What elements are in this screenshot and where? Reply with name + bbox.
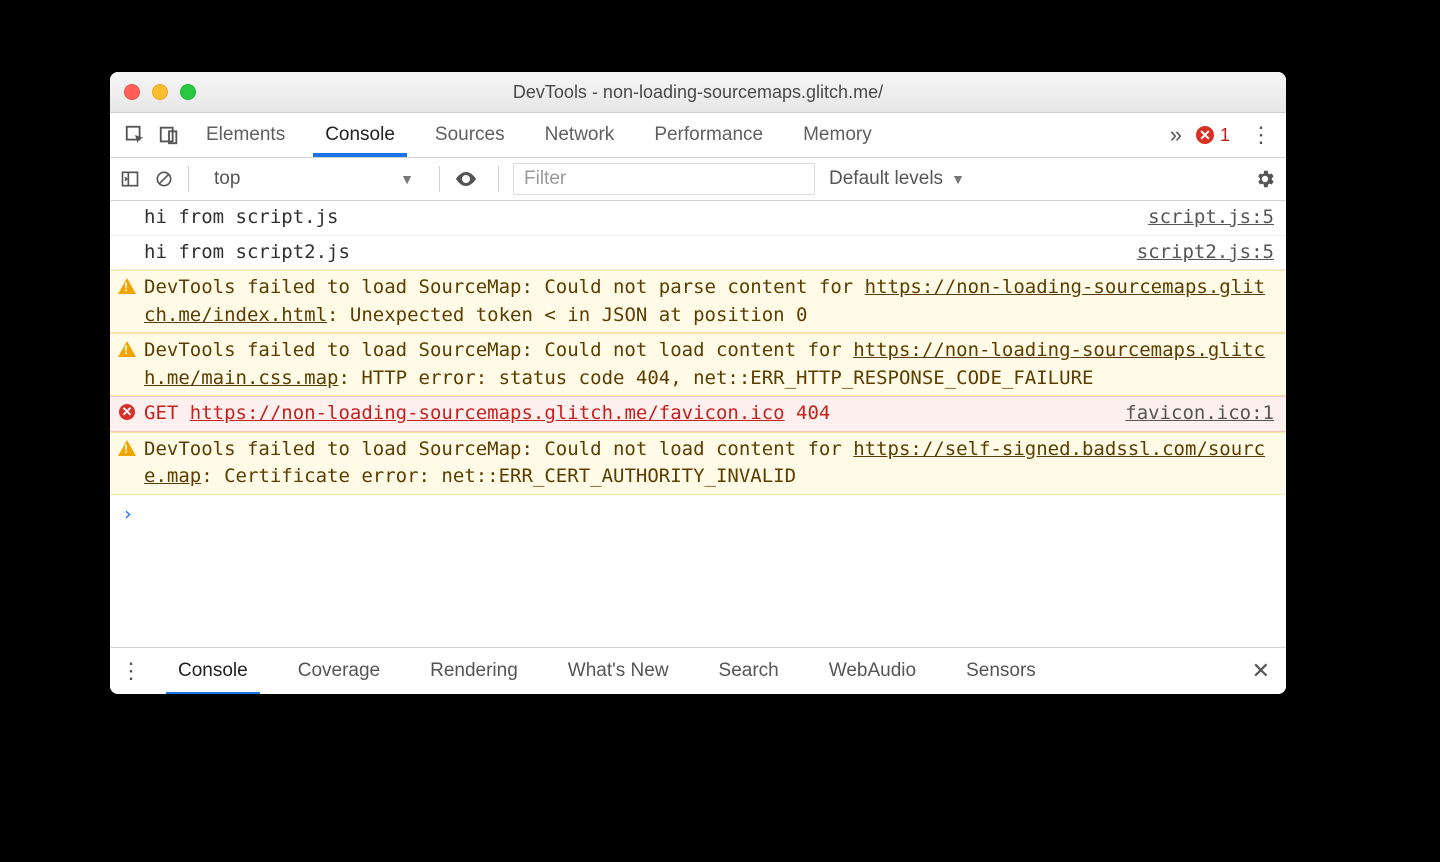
drawer-tab-rendering[interactable]: Rendering [428, 650, 520, 692]
drawer-tab-console[interactable]: Console [176, 650, 250, 692]
console-toolbar: top ▼ Default levels ▼ [110, 158, 1286, 201]
execution-context-selector[interactable]: top ▼ [203, 163, 425, 195]
message-url-link[interactable]: https://non-loading-sourcemaps.glitch.me… [144, 339, 1265, 389]
console-message-log: hi from script.js script.js:5 [110, 201, 1286, 236]
tab-network[interactable]: Network [543, 114, 617, 156]
error-icon: ✕ [118, 403, 136, 421]
message-url-link[interactable]: https://non-loading-sourcemaps.glitch.me… [144, 276, 1265, 326]
drawer-tab-what-s-new[interactable]: What's New [566, 650, 671, 692]
mac-titlebar: DevTools - non-loading-sourcemaps.glitch… [110, 72, 1286, 113]
toolbar-separator [498, 166, 499, 192]
minimize-window-button[interactable] [152, 84, 168, 100]
message-text: DevTools failed to load SourceMap: Could… [144, 337, 1274, 392]
drawer-tabstrip: ⋮ Console Coverage Rendering What's New Sear… [110, 647, 1286, 694]
dropdown-triangle-icon: ▼ [400, 171, 414, 187]
message-text: hi from script.js [144, 204, 1128, 232]
tab-sources[interactable]: Sources [433, 114, 507, 156]
console-filter-input[interactable] [513, 163, 815, 195]
log-levels-selector[interactable]: Default levels ▼ [829, 168, 965, 190]
drawer-tab-search[interactable]: Search [717, 650, 781, 692]
warning-icon [118, 277, 136, 295]
tab-memory[interactable]: Memory [801, 114, 874, 156]
warning-icon [118, 340, 136, 358]
execution-context-value: top [214, 168, 240, 190]
message-url-link[interactable]: https://non-loading-sourcemaps.glitch.me… [190, 402, 785, 424]
console-settings-icon[interactable] [1254, 168, 1276, 190]
error-count-value: 1 [1220, 125, 1230, 146]
tab-elements[interactable]: Elements [204, 114, 287, 156]
error-icon: ✕ [1196, 126, 1214, 144]
drawer-menu-icon[interactable]: ⋮ [120, 658, 142, 684]
devtools-window: DevTools - non-loading-sourcemaps.glitch… [110, 72, 1286, 694]
console-sidebar-toggle-icon[interactable] [120, 169, 140, 189]
tabs-overflow-icon[interactable]: » [1170, 122, 1182, 148]
drawer-tab-coverage[interactable]: Coverage [296, 650, 382, 692]
clear-console-icon[interactable] [154, 169, 174, 189]
window-title: DevTools - non-loading-sourcemaps.glitch… [110, 82, 1286, 103]
drawer-tab-webaudio[interactable]: WebAudio [827, 650, 918, 692]
console-message-warn: DevTools failed to load SourceMap: Could… [110, 432, 1286, 495]
message-text: DevTools failed to load SourceMap: Could… [144, 436, 1274, 491]
message-url-link[interactable]: https://self-signed.badssl.com/source.ma… [144, 438, 1265, 488]
inspect-element-icon[interactable] [118, 118, 152, 152]
message-source-link[interactable]: script.js:5 [1148, 204, 1274, 232]
console-message-log: hi from script2.js script2.js:5 [110, 236, 1286, 271]
console-prompt[interactable]: › [110, 495, 1286, 535]
main-tabstrip: Elements Console Sources Network Performance… [110, 113, 1286, 158]
message-source-link[interactable]: favicon.ico:1 [1125, 400, 1274, 428]
message-text: hi from script2.js [144, 239, 1117, 267]
error-count-badge[interactable]: ✕ 1 [1196, 125, 1230, 146]
console-messages: hi from script.jsscript.js:5hi from scri… [110, 201, 1286, 647]
message-source-link[interactable]: script2.js:5 [1137, 239, 1274, 267]
console-message-warn: DevTools failed to load SourceMap: Could… [110, 270, 1286, 333]
log-levels-label: Default levels [829, 168, 943, 190]
drawer-tab-sensors[interactable]: Sensors [964, 650, 1038, 692]
live-expression-icon[interactable] [454, 167, 484, 191]
warning-icon [118, 439, 136, 457]
device-toolbar-icon[interactable] [152, 118, 186, 152]
console-message-warn: DevTools failed to load SourceMap: Could… [110, 333, 1286, 396]
toolbar-separator [188, 166, 189, 192]
close-window-button[interactable] [124, 84, 140, 100]
console-message-error: ✕ GET https://non-loading-sourcemaps.glit… [110, 396, 1286, 432]
main-menu-icon[interactable]: ⋮ [1244, 122, 1278, 148]
message-text: DevTools failed to load SourceMap: Could… [144, 274, 1274, 329]
toolbar-separator [439, 166, 440, 192]
message-text: GET https://non-loading-sourcemaps.glitc… [144, 400, 1105, 428]
tab-console[interactable]: Console [323, 114, 397, 156]
traffic-lights [124, 84, 196, 100]
drawer-close-icon[interactable]: ✕ [1246, 658, 1276, 684]
tab-performance[interactable]: Performance [652, 114, 765, 156]
dropdown-triangle-icon: ▼ [951, 171, 965, 187]
zoom-window-button[interactable] [180, 84, 196, 100]
